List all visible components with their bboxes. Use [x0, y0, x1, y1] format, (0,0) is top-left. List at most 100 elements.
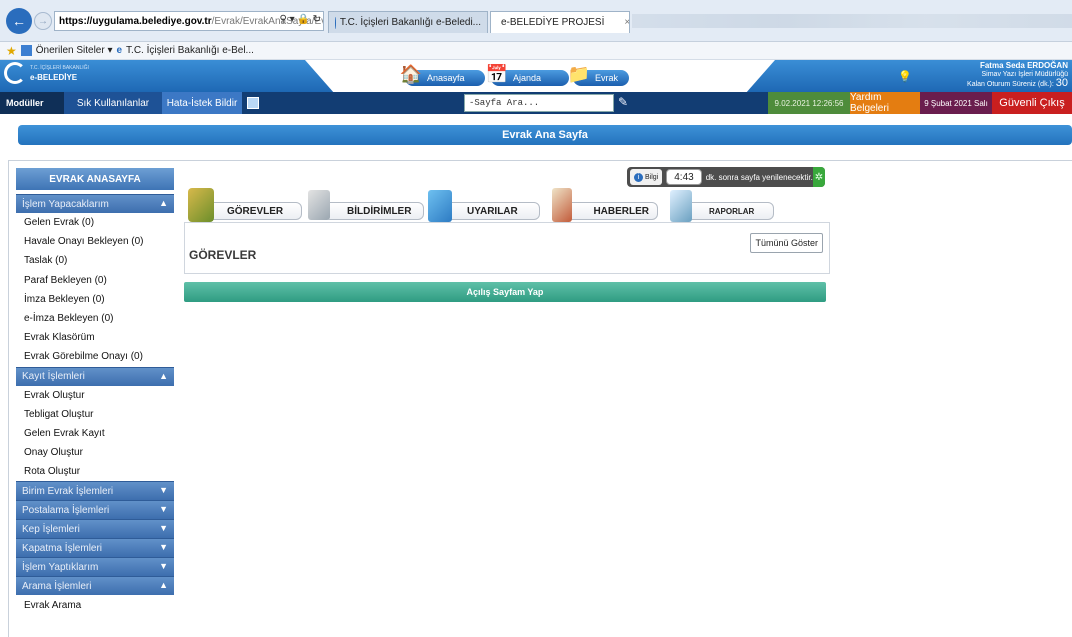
- sidebar-item[interactable]: Evrak Arama: [16, 595, 174, 614]
- tab-gorevler[interactable]: GÖREVLER: [204, 202, 302, 220]
- sidebar-section[interactable]: Kapatma İşlemleri ▼: [16, 538, 174, 558]
- refresh-icon[interactable]: ✲: [812, 167, 825, 187]
- help-documents-button[interactable]: Yardım Belgeleri: [850, 92, 920, 114]
- chevron-up-icon[interactable]: ▲: [159, 198, 168, 208]
- datetime-display: 9.02.2021 12:26:56: [768, 92, 850, 114]
- chevron-down-icon[interactable]: ▼: [159, 485, 168, 495]
- home-icon: 🏠: [399, 63, 423, 84]
- tab-uyarilar-label: UYARILAR: [467, 205, 518, 217]
- search-broom-icon[interactable]: ✎: [618, 95, 628, 109]
- favorites-bar: ★ Önerilen Siteler ▾ e T.C. İçişleri Bak…: [0, 42, 1072, 60]
- info-button[interactable]: i Bilgi: [630, 169, 663, 185]
- info-icon: i: [634, 172, 643, 182]
- sidebar-item[interactable]: İmza Bekleyen (0): [16, 290, 174, 309]
- menu-bar: Modüller Sık Kullanılanlar Hata-İstek Bi…: [0, 92, 1072, 114]
- browser-toolbar: ← → https://uygulama.belediye.gov.tr/Evr…: [0, 0, 1072, 42]
- address-bar[interactable]: https://uygulama.belediye.gov.tr/Evrak/E…: [54, 11, 324, 31]
- user-name: Fatma Seda ERDOĞAN: [979, 61, 1068, 70]
- bookmark-link[interactable]: T.C. İçişleri Bakanlığı e-Bel...: [126, 45, 254, 56]
- sidebar-section[interactable]: Kep İşlemleri ▼: [16, 519, 174, 539]
- sidebar-item[interactable]: Evrak Görebilme Onayı (0): [16, 347, 174, 366]
- logo-name: e-BELEDİYE: [30, 73, 78, 82]
- sidebar: EVRAK ANASAYFA İşlem Yapacaklarım ▲ Gelen …: [16, 168, 174, 637]
- tab-label: e-BELEDİYE PROJESİ: [501, 17, 605, 28]
- sidebar-title[interactable]: EVRAK ANASAYFA: [16, 168, 174, 190]
- sidebar-item[interactable]: Evrak Klasörüm: [16, 328, 174, 347]
- calendar-icon: 📅: [485, 63, 509, 84]
- sidebar-item[interactable]: Gelen Evrak Kayıt: [16, 424, 174, 443]
- sidebar-item[interactable]: Paraf Bekleyen (0): [16, 271, 174, 290]
- sidebar-section[interactable]: Postalama İşlemleri ▼: [16, 500, 174, 520]
- favorites-menu[interactable]: Sık Kullanılanlar: [64, 92, 162, 114]
- back-arrow-icon[interactable]: ←: [6, 8, 32, 34]
- tab-haberler[interactable]: HABERLER: [566, 202, 658, 220]
- sidebar-section[interactable]: İşlem Yapacaklarım ▲: [16, 194, 174, 213]
- browser-tab-ministry[interactable]: T.C. İçişleri Bakanlığı e-Beledi...: [328, 11, 488, 33]
- sidebar-section[interactable]: İşlem Yaptıklarım ▼: [16, 557, 174, 577]
- session-label: Kalan Oturum Süreniz (dk.):: [967, 81, 1054, 88]
- tab-bildirimler-label: BİLDİRİMLER: [347, 205, 412, 217]
- tab-raporlar[interactable]: RAPORLAR: [686, 202, 774, 220]
- lightbulb-icon[interactable]: 💡: [898, 70, 912, 83]
- sidebar-section[interactable]: Kayıt İşlemleri ▲: [16, 366, 174, 386]
- tab-bildirimler[interactable]: BİLDİRİMLER: [324, 202, 424, 220]
- tab-label: T.C. İçişleri Bakanlığı e-Beledi...: [339, 17, 481, 28]
- forward-arrow-icon[interactable]: →: [34, 12, 52, 30]
- chevron-down-icon[interactable]: ▼: [159, 504, 168, 514]
- document-icon[interactable]: [308, 190, 330, 220]
- nav-agenda-button[interactable]: 📅 Ajanda: [486, 64, 569, 86]
- sidebar-section-label: İşlem Yapacaklarım: [22, 198, 109, 210]
- sidebar-section-label: Birim Evrak İşlemleri: [22, 485, 114, 497]
- warning-icon[interactable]: [428, 190, 452, 222]
- chevron-down-icon[interactable]: ▼: [159, 523, 168, 533]
- sidebar-item[interactable]: Rota Oluştur: [16, 462, 174, 481]
- tab-uyarilar[interactable]: UYARILAR: [444, 202, 540, 220]
- ebelediye-logo[interactable]: T.C. İÇİŞLERİ BAKANLIĞI e-BELEDİYE: [4, 62, 89, 84]
- logo-mark-icon: [4, 62, 26, 84]
- close-icon[interactable]: ×: [604, 17, 629, 28]
- bug-report-menu[interactable]: Hata-İstek Bildir: [162, 92, 242, 114]
- sidebar-item[interactable]: e-İmza Bekleyen (0): [16, 309, 174, 328]
- suggested-sites-link[interactable]: Önerilen Siteler ▾: [36, 45, 113, 56]
- set-homepage-button[interactable]: Açılış Sayfam Yap: [184, 282, 826, 302]
- suggested-sites-icon: [20, 45, 32, 56]
- refresh-info-bar: i Bilgi 4:43 dk. sonra sayfa yenilenecekt…: [627, 167, 825, 187]
- sidebar-item[interactable]: Gelen Evrak (0): [16, 213, 174, 232]
- favorites-star-icon[interactable]: ★: [6, 44, 17, 58]
- refresh-timer: 4:43: [666, 169, 702, 185]
- document-menu-icon[interactable]: [244, 92, 262, 114]
- page-search-input[interactable]: [464, 94, 614, 112]
- show-all-button[interactable]: Tümünü Göster: [750, 233, 823, 253]
- chevron-down-icon[interactable]: ▼: [159, 542, 168, 552]
- sidebar-item[interactable]: Havale Onayı Bekleyen (0): [16, 232, 174, 251]
- sidebar-item[interactable]: Onay Oluştur: [16, 443, 174, 462]
- blurred-tab-strip: [632, 14, 1072, 28]
- sidebar-section[interactable]: Birim Evrak İşlemleri ▼: [16, 481, 174, 501]
- chevron-down-icon[interactable]: ▼: [159, 561, 168, 571]
- news-icon[interactable]: [552, 188, 572, 222]
- search-refresh-icons[interactable]: ⚲ ▾ 🔒 ↻: [279, 14, 321, 25]
- date-display: 9 Şubat 2021 Salı: [920, 92, 992, 114]
- sidebar-item[interactable]: Evrak Oluştur: [16, 386, 174, 405]
- sidebar-item[interactable]: Taslak (0): [16, 251, 174, 270]
- nav-home-label: Anasayfa: [427, 73, 465, 83]
- chevron-up-icon[interactable]: ▲: [159, 580, 168, 590]
- info-label: Bilgi: [645, 173, 659, 181]
- nav-home-button[interactable]: 🏠 Anasayfa: [400, 64, 485, 86]
- ie-favicon-icon: e: [116, 45, 123, 56]
- sidebar-section[interactable]: Arama İşlemleri ▲: [16, 576, 174, 596]
- report-icon[interactable]: [670, 190, 692, 222]
- refresh-message: dk. sonra sayfa yenilenecektir.: [705, 172, 813, 182]
- url-host: https://uygulama.belediye.gov.tr: [59, 15, 212, 27]
- book-icon[interactable]: [188, 188, 214, 222]
- modules-menu[interactable]: Modüller: [0, 92, 64, 114]
- sidebar-section-label: Kep İşlemleri: [22, 523, 80, 535]
- feature-tabs: GÖREVLER BİLDİRİMLER UYARILAR HABERLER R…: [184, 188, 804, 226]
- sidebar-item[interactable]: Tebligat Oluştur: [16, 405, 174, 424]
- tasks-panel: GÖREVLER Tümünü Göster: [184, 222, 830, 274]
- sidebar-section-label: Arama İşlemleri: [22, 580, 92, 592]
- logout-button[interactable]: Güvenli Çıkış: [992, 92, 1072, 114]
- chevron-up-icon[interactable]: ▲: [159, 371, 168, 381]
- nav-evrak-button[interactable]: 📁 Evrak: [568, 64, 629, 86]
- browser-tab-ebelediye[interactable]: e-BELEDİYE PROJESİ ×: [490, 11, 630, 33]
